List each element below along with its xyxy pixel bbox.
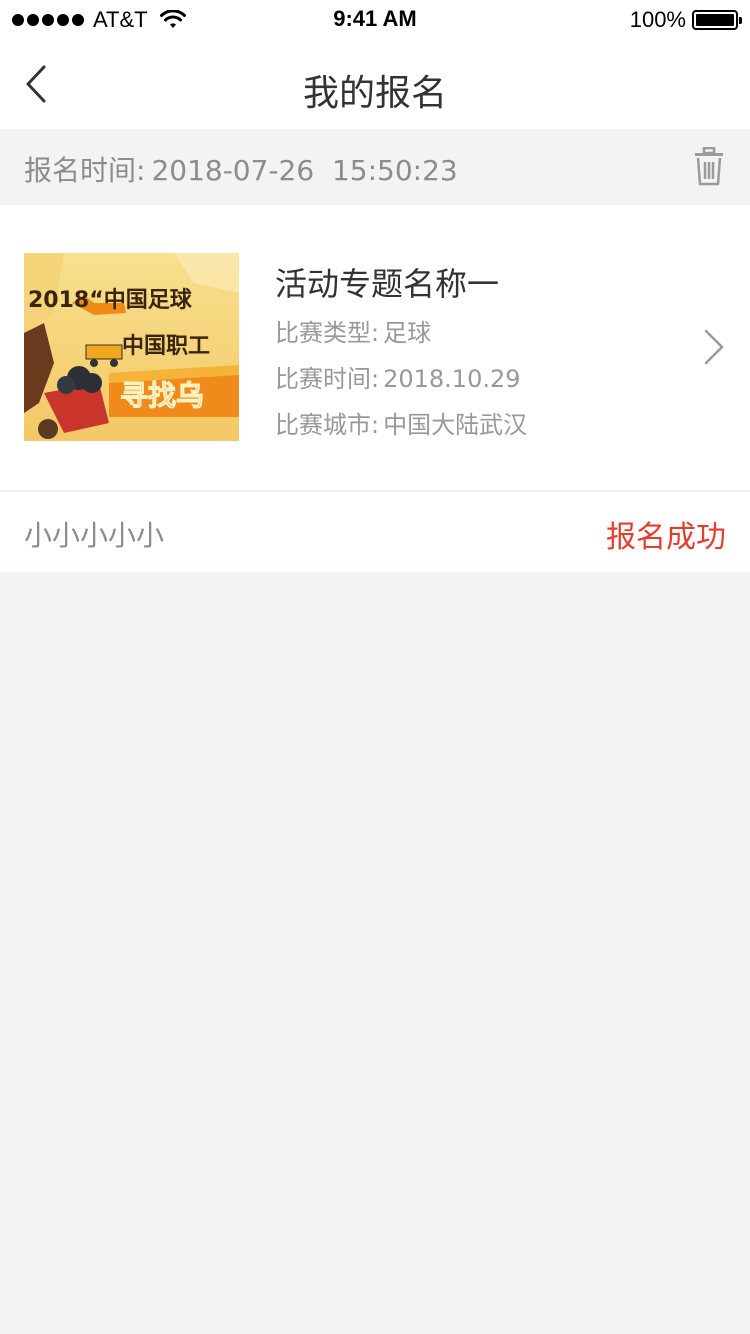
status-badge: 报名成功 — [606, 520, 726, 555]
trash-icon — [695, 146, 723, 186]
registration-time-row: 报名时间: 2018-07-26 15:50:23 — [0, 129, 750, 205]
battery-icon — [692, 10, 742, 30]
registration-time-value: 2018-07-26 15:50:23 — [151, 154, 458, 187]
registration-time: 报名时间: 2018-07-26 15:50:23 — [24, 149, 458, 189]
match-type-label: 比赛类型: — [275, 319, 380, 347]
match-date: 比赛时间: 2018.10.29 — [275, 359, 521, 394]
match-city-value: 中国大陆武汉 — [383, 411, 528, 439]
thumbnail-text-line3: 寻找乌 — [120, 379, 204, 412]
activity-title: 活动专题名称一 — [275, 265, 500, 303]
battery-level — [696, 14, 734, 26]
match-date-value: 2018.10.29 — [383, 365, 521, 393]
status-right: 100% — [629, 6, 742, 34]
navigation-bar: 我的报名 — [0, 40, 750, 129]
activity-item[interactable]: 2018“中国足球 中国职工 寻找乌 活动专题名称一 比赛类型: 足球 比赛时间:… — [0, 205, 750, 490]
thumbnail-text-line2: 中国职工 — [122, 334, 210, 359]
thumbnail-text-line1: 2018“中国足球 — [28, 288, 193, 313]
activity-thumbnail: 2018“中国足球 中国职工 寻找乌 — [24, 253, 239, 441]
page-title: 我的报名 — [302, 73, 447, 114]
registration-time-label: 报名时间: — [24, 154, 146, 187]
status-bar: AT&T 9:41 AM 100% — [0, 0, 750, 40]
thumbnail-graphic: 2018“中国足球 中国职工 寻找乌 — [24, 253, 239, 441]
match-date-label: 比赛时间: — [275, 365, 380, 393]
match-type: 比赛类型: 足球 — [275, 313, 431, 348]
registrant-name: 小小小小小 — [24, 519, 165, 552]
match-city: 比赛城市: 中国大陆武汉 — [275, 405, 527, 440]
match-type-value: 足球 — [383, 319, 432, 347]
registration-footer: 小小小小小 报名成功 — [0, 492, 750, 572]
match-city-label: 比赛城市: — [275, 411, 380, 439]
registration-card: 2018“中国足球 中国职工 寻找乌 活动专题名称一 比赛类型: 足球 比赛时间:… — [0, 205, 750, 572]
battery-percentage: 100% — [629, 7, 686, 32]
delete-button[interactable] — [692, 146, 726, 187]
chevron-right-icon — [704, 329, 724, 365]
